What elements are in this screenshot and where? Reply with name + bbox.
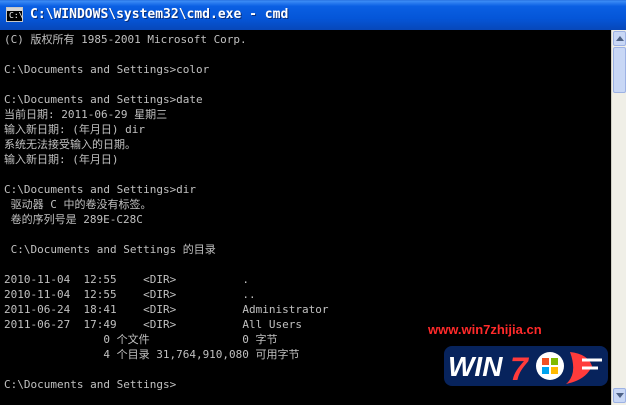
scroll-thumb[interactable]: [613, 47, 626, 93]
console-line: C:\Documents and Settings 的目录: [4, 243, 216, 256]
console-line: 2011-06-27 17:49 <DIR> All Users: [4, 318, 303, 331]
vertical-scrollbar[interactable]: [611, 30, 626, 405]
svg-text:7: 7: [510, 351, 530, 387]
console-line: 卷的序列号是 289E-C28C: [4, 213, 143, 226]
watermark-url: www.win7zhijia.cn: [428, 322, 542, 337]
console-line: C:\Documents and Settings>color: [4, 63, 210, 76]
site-watermark: www.win7zhijia.cn WIN 7: [428, 322, 610, 394]
console-line: 驱动器 C 中的卷没有标签。: [4, 198, 152, 211]
console-line: 2010-11-04 12:55 <DIR> .: [4, 273, 250, 286]
console-line: C:\Documents and Settings>dir: [4, 183, 197, 196]
console-line: (C) 版权所有 1985-2001 Microsoft Corp.: [4, 33, 247, 46]
window-title: C:\WINDOWS\system32\cmd.exe - cmd: [30, 7, 289, 22]
svg-text:WIN: WIN: [448, 351, 503, 382]
console-line: 当前日期: 2011-06-29 星期三: [4, 108, 168, 121]
console-icon[interactable]: C:\: [6, 7, 23, 22]
arrow-up-icon: [616, 36, 624, 41]
console-line: 输入新日期: (年月日) dir: [4, 123, 145, 136]
console-line: C:\Documents and Settings>date: [4, 93, 203, 106]
console-line: 4 个目录 31,764,910,080 可用字节: [4, 348, 300, 361]
console-line: 系统无法接受输入的日期。: [4, 138, 136, 151]
console-prompt-line[interactable]: C:\Documents and Settings>: [4, 377, 176, 392]
arrow-down-icon: [616, 393, 624, 398]
cmd-window: C:\ C:\WINDOWS\system32\cmd.exe - cmd (C…: [0, 0, 626, 405]
console-line: 输入新日期: (年月日): [4, 153, 119, 166]
title-bar[interactable]: C:\ C:\WINDOWS\system32\cmd.exe - cmd: [0, 0, 626, 30]
console-line: 2011-06-24 18:41 <DIR> Administrator: [4, 303, 329, 316]
win7-logo-icon: WIN 7: [444, 346, 608, 387]
console-line: 0 个文件 0 字节: [4, 333, 278, 346]
scroll-down-button[interactable]: [613, 388, 626, 403]
console-line: 2010-11-04 12:55 <DIR> ..: [4, 288, 256, 301]
scroll-up-button[interactable]: [613, 31, 626, 46]
